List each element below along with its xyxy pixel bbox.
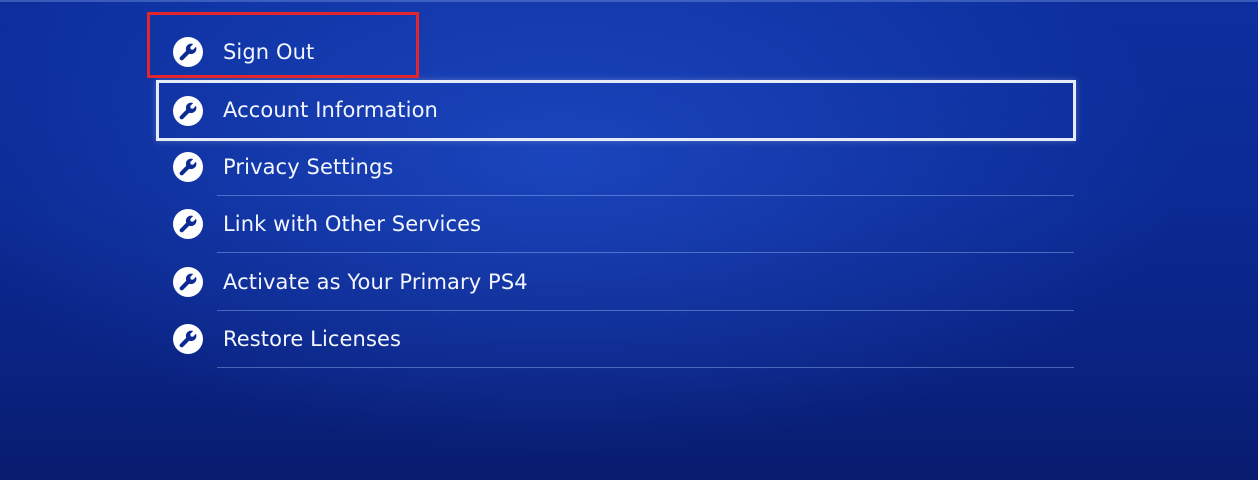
menu-item-restore-licenses[interactable]: Restore Licenses <box>160 311 1074 368</box>
menu-item-label: Sign Out <box>223 40 315 64</box>
menu-item-label: Restore Licenses <box>223 327 402 351</box>
menu-divider <box>217 252 1074 253</box>
menu-item-label: Account Information <box>223 98 438 122</box>
account-management-menu: Sign Out Account Information Privacy Set… <box>0 0 1258 480</box>
wrench-icon <box>173 267 203 297</box>
menu-item-account-information[interactable]: Account Information <box>156 80 1076 141</box>
menu-item-label: Activate as Your Primary PS4 <box>223 270 528 294</box>
menu-item-activate-primary-ps4[interactable]: Activate as Your Primary PS4 <box>160 254 1074 311</box>
menu-item-label: Privacy Settings <box>223 155 394 179</box>
wrench-icon <box>173 209 203 239</box>
menu-item-label: Link with Other Services <box>223 212 482 236</box>
wrench-icon <box>173 37 203 67</box>
menu-item-privacy-settings[interactable]: Privacy Settings <box>160 139 1074 196</box>
wrench-icon <box>173 96 203 126</box>
wrench-icon <box>173 152 203 182</box>
menu-item-link-other-services[interactable]: Link with Other Services <box>160 196 1074 253</box>
menu-item-sign-out[interactable]: Sign Out <box>160 24 1074 81</box>
menu-divider <box>217 367 1074 368</box>
wrench-icon <box>173 324 203 354</box>
